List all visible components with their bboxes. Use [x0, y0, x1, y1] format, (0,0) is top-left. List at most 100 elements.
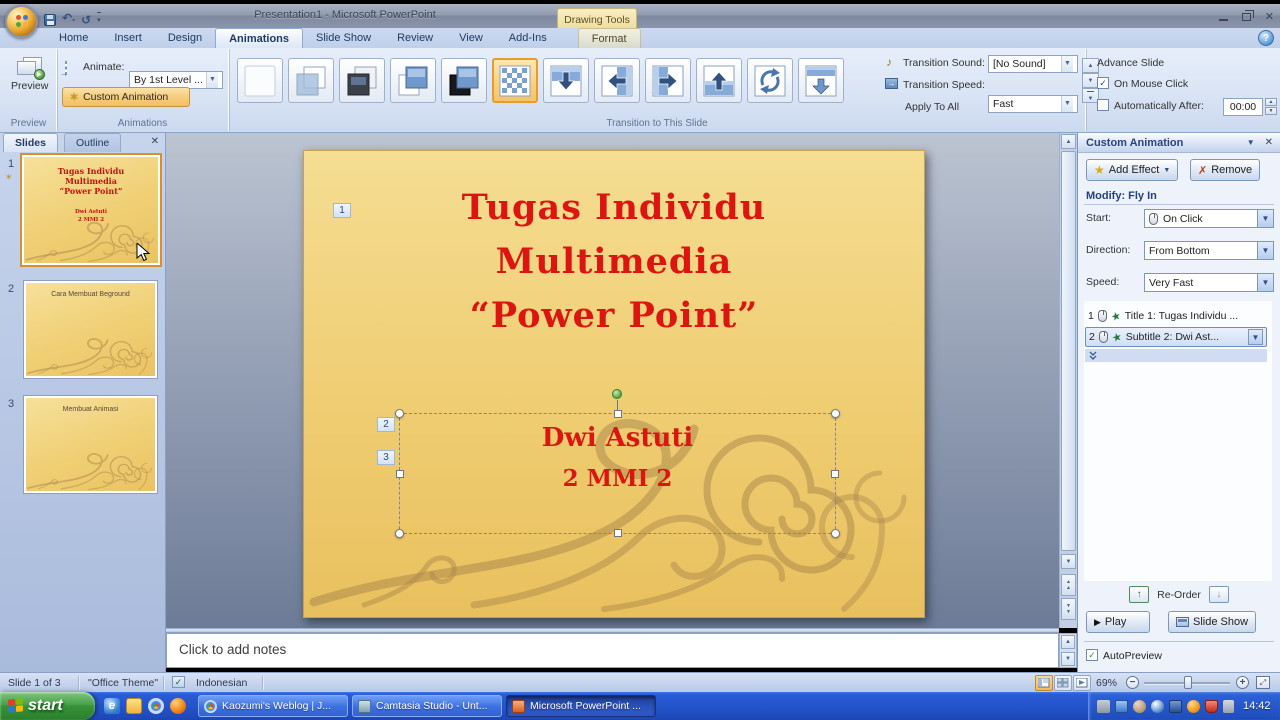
close-button[interactable]: ✕: [1265, 10, 1274, 23]
slide-thumbnail-2[interactable]: Cara Membuat Beground: [23, 280, 158, 379]
start-select[interactable]: On Click ▼: [1144, 209, 1274, 228]
transition-fade-smoothly[interactable]: [288, 58, 334, 103]
resize-handle-sw[interactable]: [395, 529, 404, 538]
tab-animations[interactable]: Animations: [215, 28, 304, 48]
resize-handle-w[interactable]: [396, 470, 404, 478]
apply-to-all-button[interactable]: Apply To All: [905, 101, 959, 113]
transition-dissolve[interactable]: [492, 58, 538, 103]
spellcheck-icon[interactable]: ✓: [172, 676, 185, 688]
tray-input-icon[interactable]: [1223, 699, 1234, 713]
transition-sound-select[interactable]: [No Sound] ▼: [988, 55, 1078, 73]
transition-wipe-down[interactable]: [543, 58, 589, 103]
animation-tag-2[interactable]: 2: [377, 417, 395, 432]
animation-tag-1[interactable]: 1: [333, 203, 351, 218]
scroll-up-icon[interactable]: ▲: [1061, 635, 1075, 649]
tab-review[interactable]: Review: [384, 28, 446, 48]
internet-explorer-icon[interactable]: e: [104, 698, 120, 714]
transition-cut[interactable]: [390, 58, 436, 103]
animation-item-1[interactable]: 1 ★ Title 1: Tugas Individu ...: [1085, 306, 1267, 326]
chevron-down-icon[interactable]: ▼: [1257, 210, 1273, 227]
chevron-down-icon[interactable]: ▼: [1061, 56, 1073, 72]
expand-contents-row[interactable]: [1085, 349, 1267, 362]
play-button[interactable]: ▶ Play: [1086, 611, 1150, 633]
time-spin-down[interactable]: ▼: [1265, 107, 1277, 115]
transition-wipe-left[interactable]: [594, 58, 640, 103]
resize-handle-n[interactable]: [614, 410, 622, 418]
time-spin-up[interactable]: ▲: [1265, 98, 1277, 106]
tray-volume-icon[interactable]: [1133, 699, 1146, 713]
fit-to-window-icon[interactable]: ⤢: [1256, 676, 1270, 689]
editor-scrollbar[interactable]: ▲ ▼ ▲ ▲ ▼ ▼: [1059, 133, 1077, 628]
direction-select[interactable]: From Bottom ▼: [1144, 241, 1274, 260]
autopreview-checkbox[interactable]: ✓: [1086, 649, 1098, 661]
pane-menu-icon[interactable]: ▼: [1247, 138, 1255, 147]
remove-button[interactable]: ✗ Remove: [1190, 159, 1261, 181]
transition-push-down[interactable]: [798, 58, 844, 103]
minimize-button[interactable]: [1218, 13, 1228, 21]
notes-pane[interactable]: Click to add notes: [166, 633, 1059, 668]
tab-slide-show[interactable]: Slide Show: [303, 28, 384, 48]
zoom-level[interactable]: 69%: [1096, 677, 1117, 689]
slide-show-button[interactable]: Slide Show: [1168, 611, 1257, 633]
taskbar-task-powerpoint[interactable]: Microsoft PowerPoint ...: [506, 695, 656, 717]
taskbar-task-camtasia[interactable]: Camtasia Studio - Unt...: [352, 695, 502, 717]
tray-update-icon[interactable]: [1187, 699, 1200, 713]
slide-canvas[interactable]: Tugas Individu Multimedia “Power Point” …: [303, 150, 925, 618]
chrome-icon[interactable]: [148, 698, 164, 714]
animation-item-2[interactable]: 2 ★ Subtitle 2: Dwi Ast... ▼: [1085, 327, 1267, 347]
firefox-icon[interactable]: [170, 698, 186, 714]
slide-show-view-button[interactable]: [1073, 675, 1091, 691]
transition-fade-through-black[interactable]: [339, 58, 385, 103]
slides-tab[interactable]: Slides: [3, 133, 58, 152]
close-panel-icon[interactable]: ✕: [151, 136, 159, 147]
chevron-down-icon[interactable]: ▼: [1257, 274, 1273, 291]
chevron-down-icon[interactable]: ▼: [1257, 242, 1273, 259]
qat-customize-icon[interactable]: ▾: [97, 11, 101, 28]
tray-camtasia-icon[interactable]: [1151, 699, 1164, 713]
help-button[interactable]: ?: [1258, 30, 1274, 46]
theme-name[interactable]: "Office Theme": [88, 677, 158, 689]
zoom-out-button[interactable]: −: [1126, 676, 1139, 689]
transition-cut-through-black[interactable]: [441, 58, 487, 103]
scroll-down-icon[interactable]: ▼: [1061, 652, 1075, 666]
tray-tools-icon[interactable]: [1097, 699, 1110, 713]
transition-speed-select[interactable]: Fast ▼: [988, 95, 1078, 113]
tab-add-ins[interactable]: Add-Ins: [496, 28, 560, 48]
add-effect-button[interactable]: ★ Add Effect ▼: [1086, 159, 1179, 181]
restore-button[interactable]: [1241, 9, 1254, 21]
resize-handle-nw[interactable]: [395, 409, 404, 418]
taskbar-task-weblog[interactable]: Kaozumi's Weblog | J...: [198, 695, 348, 717]
tab-view[interactable]: View: [446, 28, 496, 48]
folder-icon[interactable]: [126, 698, 142, 714]
tab-format[interactable]: Format: [577, 28, 641, 48]
rotate-handle[interactable]: [612, 389, 622, 399]
resize-handle-s[interactable]: [614, 529, 622, 537]
scroll-up-icon[interactable]: ▲: [1061, 134, 1076, 149]
transition-wipe-right[interactable]: [645, 58, 691, 103]
tab-design[interactable]: Design: [155, 28, 215, 48]
transition-none[interactable]: [237, 58, 283, 103]
speed-select[interactable]: Very Fast ▼: [1144, 273, 1274, 292]
transition-wipe-up[interactable]: [696, 58, 742, 103]
pane-close-icon[interactable]: ✕: [1265, 137, 1273, 148]
zoom-slider-handle[interactable]: [1184, 676, 1192, 689]
tray-messenger-icon[interactable]: [1169, 699, 1182, 713]
save-icon[interactable]: [44, 13, 56, 26]
resize-handle-e[interactable]: [831, 470, 839, 478]
automatically-after-checkbox[interactable]: [1097, 99, 1109, 111]
language-indicator[interactable]: Indonesian: [196, 677, 247, 689]
normal-view-button[interactable]: [1035, 675, 1053, 691]
slide-thumbnail-3[interactable]: Membuat Animasi: [23, 395, 158, 494]
tab-insert[interactable]: Insert: [101, 28, 155, 48]
on-mouse-click-checkbox[interactable]: ✓: [1097, 77, 1109, 89]
transition-wedge[interactable]: [747, 58, 793, 103]
custom-animation-button[interactable]: ✶ Custom Animation: [62, 87, 190, 107]
resize-handle-se[interactable]: [831, 529, 840, 538]
item-dropdown-icon[interactable]: ▼: [1248, 329, 1263, 345]
previous-slide-button[interactable]: ▲ ▲: [1061, 574, 1076, 596]
undo-icon[interactable]: ↶▾: [62, 11, 75, 28]
resize-handle-ne[interactable]: [831, 409, 840, 418]
tray-security-icon[interactable]: [1205, 699, 1218, 713]
slide-sorter-view-button[interactable]: [1054, 675, 1072, 691]
tab-home[interactable]: Home: [46, 28, 101, 48]
